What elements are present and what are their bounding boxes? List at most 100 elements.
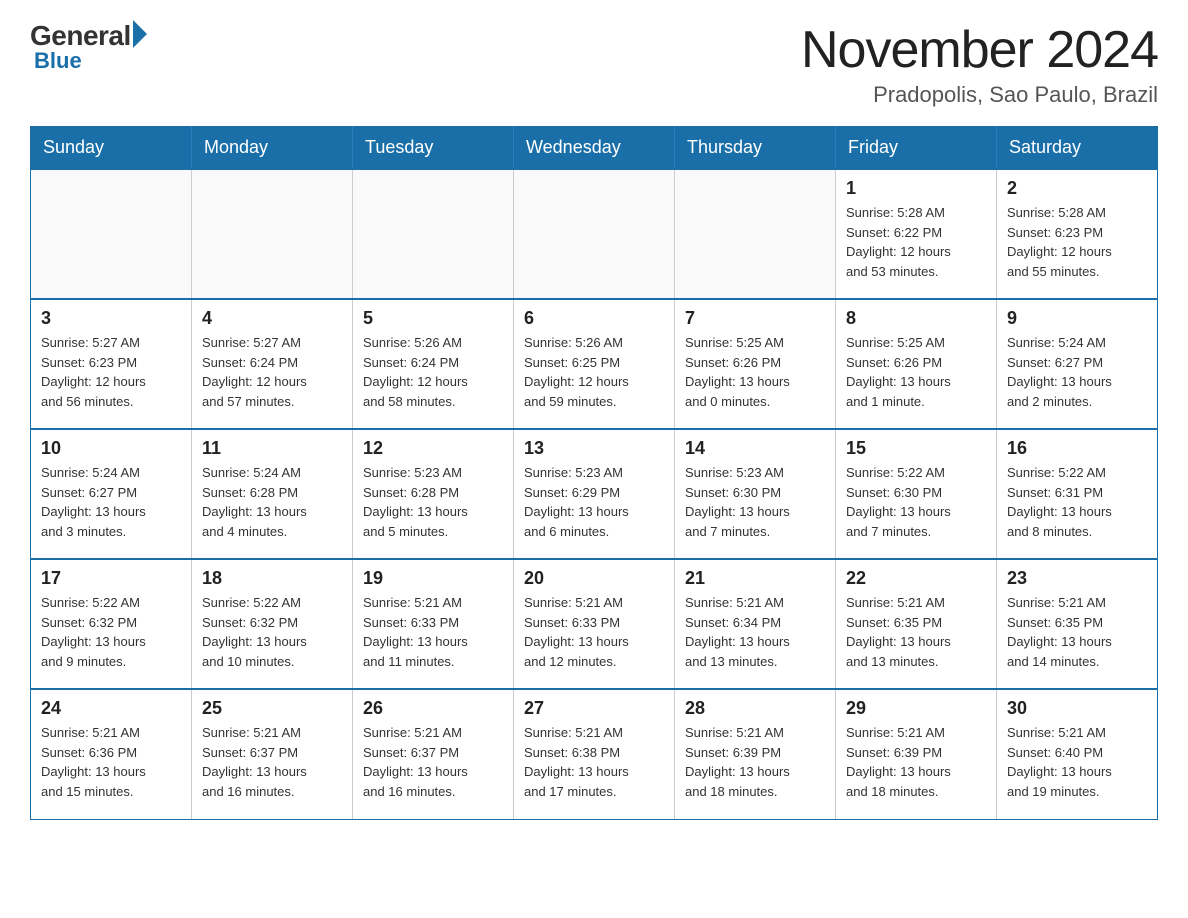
day-info: Sunrise: 5:23 AMSunset: 6:28 PMDaylight:… [363, 463, 503, 541]
day-info: Sunrise: 5:28 AMSunset: 6:23 PMDaylight:… [1007, 203, 1147, 281]
calendar-cell: 20 Sunrise: 5:21 AMSunset: 6:33 PMDayligh… [514, 559, 675, 689]
day-number: 12 [363, 438, 503, 459]
day-info: Sunrise: 5:24 AMSunset: 6:27 PMDaylight:… [1007, 333, 1147, 411]
calendar-cell: 2 Sunrise: 5:28 AMSunset: 6:23 PMDaylight… [997, 169, 1158, 299]
day-number: 29 [846, 698, 986, 719]
day-info: Sunrise: 5:21 AMSunset: 6:33 PMDaylight:… [363, 593, 503, 671]
logo-triangle-icon [133, 20, 147, 48]
day-of-week-saturday: Saturday [997, 127, 1158, 170]
calendar-cell [514, 169, 675, 299]
calendar-cell: 4 Sunrise: 5:27 AMSunset: 6:24 PMDaylight… [192, 299, 353, 429]
day-number: 19 [363, 568, 503, 589]
calendar-cell: 9 Sunrise: 5:24 AMSunset: 6:27 PMDaylight… [997, 299, 1158, 429]
calendar-cell: 10 Sunrise: 5:24 AMSunset: 6:27 PMDayligh… [31, 429, 192, 559]
day-number: 21 [685, 568, 825, 589]
calendar-week-row: 17 Sunrise: 5:22 AMSunset: 6:32 PMDayligh… [31, 559, 1158, 689]
calendar-cell: 19 Sunrise: 5:21 AMSunset: 6:33 PMDayligh… [353, 559, 514, 689]
calendar-cell: 7 Sunrise: 5:25 AMSunset: 6:26 PMDaylight… [675, 299, 836, 429]
day-of-week-friday: Friday [836, 127, 997, 170]
day-info: Sunrise: 5:21 AMSunset: 6:36 PMDaylight:… [41, 723, 181, 801]
logo-blue-text: Blue [34, 48, 82, 74]
calendar-week-row: 3 Sunrise: 5:27 AMSunset: 6:23 PMDaylight… [31, 299, 1158, 429]
calendar-cell: 24Sunrise: 5:21 AMSunset: 6:36 PMDayligh… [31, 689, 192, 819]
calendar-cell: 3 Sunrise: 5:27 AMSunset: 6:23 PMDaylight… [31, 299, 192, 429]
calendar-cell: 1Sunrise: 5:28 AMSunset: 6:22 PMDaylight… [836, 169, 997, 299]
day-info: Sunrise: 5:23 AMSunset: 6:29 PMDaylight:… [524, 463, 664, 541]
day-number: 9 [1007, 308, 1147, 329]
day-info: Sunrise: 5:26 AMSunset: 6:24 PMDaylight:… [363, 333, 503, 411]
calendar-cell: 26 Sunrise: 5:21 AMSunset: 6:37 PMDayligh… [353, 689, 514, 819]
page-header: General Blue November 2024 Pradopolis, S… [30, 20, 1158, 108]
calendar-cell: 30 Sunrise: 5:21 AMSunset: 6:40 PMDayligh… [997, 689, 1158, 819]
day-info: Sunrise: 5:22 AMSunset: 6:32 PMDaylight:… [202, 593, 342, 671]
calendar-cell: 18 Sunrise: 5:22 AMSunset: 6:32 PMDayligh… [192, 559, 353, 689]
title-section: November 2024 Pradopolis, Sao Paulo, Bra… [801, 20, 1158, 108]
day-number: 17 [41, 568, 181, 589]
day-info: Sunrise: 5:21 AMSunset: 6:37 PMDaylight:… [363, 723, 503, 801]
day-info: Sunrise: 5:25 AMSunset: 6:26 PMDaylight:… [846, 333, 986, 411]
day-info: Sunrise: 5:26 AMSunset: 6:25 PMDaylight:… [524, 333, 664, 411]
day-number: 14 [685, 438, 825, 459]
day-info: Sunrise: 5:22 AMSunset: 6:31 PMDaylight:… [1007, 463, 1147, 541]
calendar-cell: 23Sunrise: 5:21 AMSunset: 6:35 PMDayligh… [997, 559, 1158, 689]
day-number: 2 [1007, 178, 1147, 199]
calendar-cell: 21 Sunrise: 5:21 AMSunset: 6:34 PMDayligh… [675, 559, 836, 689]
day-number: 11 [202, 438, 342, 459]
calendar-cell: 12 Sunrise: 5:23 AMSunset: 6:28 PMDayligh… [353, 429, 514, 559]
calendar-cell: 13 Sunrise: 5:23 AMSunset: 6:29 PMDayligh… [514, 429, 675, 559]
calendar-cell: 14Sunrise: 5:23 AMSunset: 6:30 PMDayligh… [675, 429, 836, 559]
calendar-cell: 8 Sunrise: 5:25 AMSunset: 6:26 PMDaylight… [836, 299, 997, 429]
day-number: 15 [846, 438, 986, 459]
calendar-cell: 27 Sunrise: 5:21 AMSunset: 6:38 PMDayligh… [514, 689, 675, 819]
day-info: Sunrise: 5:21 AMSunset: 6:34 PMDaylight:… [685, 593, 825, 671]
calendar-cell [31, 169, 192, 299]
location-subtitle: Pradopolis, Sao Paulo, Brazil [801, 82, 1158, 108]
day-number: 4 [202, 308, 342, 329]
day-number: 28 [685, 698, 825, 719]
day-info: Sunrise: 5:21 AMSunset: 6:38 PMDaylight:… [524, 723, 664, 801]
calendar-cell: 6 Sunrise: 5:26 AMSunset: 6:25 PMDaylight… [514, 299, 675, 429]
calendar-cell: 16Sunrise: 5:22 AMSunset: 6:31 PMDayligh… [997, 429, 1158, 559]
day-number: 23 [1007, 568, 1147, 589]
day-info: Sunrise: 5:21 AMSunset: 6:39 PMDaylight:… [685, 723, 825, 801]
day-info: Sunrise: 5:27 AMSunset: 6:23 PMDaylight:… [41, 333, 181, 411]
day-info: Sunrise: 5:24 AMSunset: 6:27 PMDaylight:… [41, 463, 181, 541]
day-number: 25 [202, 698, 342, 719]
calendar-table: SundayMondayTuesdayWednesdayThursdayFrid… [30, 126, 1158, 820]
day-info: Sunrise: 5:22 AMSunset: 6:30 PMDaylight:… [846, 463, 986, 541]
day-number: 20 [524, 568, 664, 589]
calendar-cell: 25Sunrise: 5:21 AMSunset: 6:37 PMDayligh… [192, 689, 353, 819]
calendar-cell: 29 Sunrise: 5:21 AMSunset: 6:39 PMDayligh… [836, 689, 997, 819]
day-number: 8 [846, 308, 986, 329]
day-number: 5 [363, 308, 503, 329]
calendar-cell: 22 Sunrise: 5:21 AMSunset: 6:35 PMDayligh… [836, 559, 997, 689]
day-number: 26 [363, 698, 503, 719]
day-of-week-tuesday: Tuesday [353, 127, 514, 170]
calendar-week-row: 1Sunrise: 5:28 AMSunset: 6:22 PMDaylight… [31, 169, 1158, 299]
day-number: 18 [202, 568, 342, 589]
day-info: Sunrise: 5:21 AMSunset: 6:33 PMDaylight:… [524, 593, 664, 671]
calendar-cell [192, 169, 353, 299]
day-of-week-monday: Monday [192, 127, 353, 170]
day-number: 30 [1007, 698, 1147, 719]
calendar-cell [675, 169, 836, 299]
day-info: Sunrise: 5:21 AMSunset: 6:35 PMDaylight:… [846, 593, 986, 671]
day-info: Sunrise: 5:21 AMSunset: 6:40 PMDaylight:… [1007, 723, 1147, 801]
day-number: 7 [685, 308, 825, 329]
day-info: Sunrise: 5:21 AMSunset: 6:39 PMDaylight:… [846, 723, 986, 801]
calendar-week-row: 24Sunrise: 5:21 AMSunset: 6:36 PMDayligh… [31, 689, 1158, 819]
day-number: 6 [524, 308, 664, 329]
day-number: 1 [846, 178, 986, 199]
day-info: Sunrise: 5:25 AMSunset: 6:26 PMDaylight:… [685, 333, 825, 411]
day-number: 22 [846, 568, 986, 589]
calendar-cell: 11 Sunrise: 5:24 AMSunset: 6:28 PMDayligh… [192, 429, 353, 559]
day-number: 13 [524, 438, 664, 459]
day-info: Sunrise: 5:27 AMSunset: 6:24 PMDaylight:… [202, 333, 342, 411]
day-of-week-thursday: Thursday [675, 127, 836, 170]
calendar-cell [353, 169, 514, 299]
day-number: 3 [41, 308, 181, 329]
day-number: 10 [41, 438, 181, 459]
day-info: Sunrise: 5:24 AMSunset: 6:28 PMDaylight:… [202, 463, 342, 541]
day-number: 27 [524, 698, 664, 719]
calendar-cell: 17Sunrise: 5:22 AMSunset: 6:32 PMDayligh… [31, 559, 192, 689]
